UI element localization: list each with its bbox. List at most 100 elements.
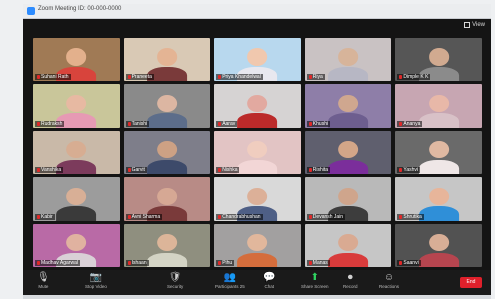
- participant-head: [156, 48, 177, 66]
- participant-head: [66, 187, 87, 205]
- muted-mic-icon: [127, 168, 131, 173]
- participant-tile[interactable]: Shrutika: [395, 177, 482, 221]
- participant-video: [237, 234, 278, 267]
- participant-tile[interactable]: Chandrabhushan: [214, 177, 301, 221]
- microphone-icon: 🎙: [37, 272, 50, 283]
- participant-tile[interactable]: Pihu: [214, 223, 301, 267]
- participant-name: Nishka: [222, 167, 238, 174]
- participant-tile[interactable]: Dimple K K: [395, 38, 482, 82]
- participant-head: [428, 141, 449, 159]
- participant-video: [418, 187, 459, 221]
- participant-tile[interactable]: Saanvi: [395, 223, 482, 267]
- participant-name: Vanshika: [41, 167, 62, 174]
- muted-mic-icon: [399, 121, 403, 126]
- participant-tile[interactable]: Devansh Jain: [304, 177, 392, 221]
- chat-icon: 💬: [263, 272, 276, 283]
- record-button[interactable]: ⏺ Record: [343, 272, 358, 290]
- participant-tile[interactable]: Praneeta: [123, 38, 211, 82]
- participant-head: [428, 94, 449, 112]
- participant-body: [328, 252, 369, 267]
- stop-video-button[interactable]: 📷 Stop Video: [85, 272, 107, 290]
- participant-tile[interactable]: Suhani Rath: [33, 38, 120, 82]
- participant-head: [247, 94, 268, 112]
- participant-name: Madhav Agarwal: [41, 260, 78, 266]
- zoom-window: Zoom Meeting ID: 00-000-0000 View Suhani…: [23, 4, 491, 295]
- stop-video-button-label: Stop Video: [85, 284, 107, 289]
- participant-name-label: Priya Khandelwal: [216, 74, 263, 81]
- participant-tile[interactable]: Priya Khandelwal: [214, 38, 301, 82]
- muted-mic-icon: [399, 75, 403, 80]
- participant-tile[interactable]: Kabir: [33, 177, 120, 221]
- participant-name-label: Avni Sharma: [125, 213, 163, 220]
- participant-tile[interactable]: Khushi: [304, 84, 392, 128]
- participant-head: [338, 48, 359, 66]
- participant-video: [56, 187, 97, 221]
- participant-video: [146, 234, 187, 267]
- participant-video: [418, 141, 459, 175]
- participant-name-label: Aarav: [216, 120, 238, 127]
- participant-tile[interactable]: Aarav: [214, 84, 301, 128]
- participant-body: [146, 252, 187, 267]
- participant-body: [418, 206, 459, 221]
- muted-mic-icon: [308, 121, 312, 126]
- participants-button[interactable]: 👥 Participants 25: [215, 272, 245, 290]
- muted-mic-icon: [308, 75, 312, 80]
- os-taskbar: [23, 295, 491, 299]
- participant-tile[interactable]: Garvit: [123, 130, 211, 175]
- share-screen-button[interactable]: ⬆ Share Screen: [301, 272, 329, 290]
- participant-name: Ananya: [403, 120, 421, 127]
- participant-tile[interactable]: Nishka: [214, 130, 301, 175]
- participant-name: Yashvi: [403, 167, 419, 174]
- reactions-button[interactable]: ☺ Reactions: [379, 272, 399, 290]
- chat-button[interactable]: 💬 Chat: [263, 272, 275, 290]
- participant-video: [237, 141, 278, 175]
- participant-name: Tanishi: [131, 120, 148, 127]
- participant-head: [247, 141, 268, 159]
- participant-name-label: Manas: [306, 260, 330, 266]
- participant-head: [338, 141, 359, 159]
- participant-name-label: Riya: [306, 74, 325, 81]
- participant-tile[interactable]: Ishaan: [123, 223, 211, 267]
- zoom-logo-icon: [27, 7, 35, 15]
- participant-tile[interactable]: Vanshika: [33, 130, 120, 175]
- participant-video: [146, 94, 187, 128]
- shield-icon: 🛡: [168, 272, 182, 283]
- participant-video: [328, 141, 369, 175]
- view-button[interactable]: View: [464, 22, 485, 28]
- participant-head: [338, 94, 359, 112]
- participant-tile[interactable]: Ananya: [395, 84, 482, 128]
- muted-mic-icon: [127, 75, 131, 80]
- muted-mic-icon: [127, 121, 131, 126]
- participant-head: [428, 187, 449, 205]
- participant-tile[interactable]: Madhav Agarwal: [33, 223, 120, 267]
- security-button[interactable]: 🛡 Security: [167, 272, 183, 290]
- participant-name: Rudraksh: [41, 120, 63, 127]
- participant-tile[interactable]: Avni Sharma: [123, 177, 211, 221]
- participant-name: Suhani Rath: [41, 74, 69, 81]
- muted-mic-icon: [218, 261, 222, 265]
- participant-name-label: Yashvi: [397, 167, 421, 174]
- muted-mic-icon: [37, 261, 40, 265]
- participant-tile[interactable]: Rishita: [304, 130, 392, 175]
- mute-button[interactable]: 🎙 Mute: [37, 272, 50, 290]
- participant-name: Saanvi: [403, 260, 419, 266]
- participant-name-label: Chandrabhushan: [216, 213, 263, 220]
- record-icon: ⏺: [347, 272, 353, 283]
- participant-video: [328, 234, 369, 267]
- window-title: Zoom Meeting ID: 00-000-0000: [38, 6, 122, 12]
- participant-tile[interactable]: Riya: [304, 38, 392, 82]
- participant-tile[interactable]: Rudraksh: [33, 84, 120, 128]
- participant-tile[interactable]: Manas: [304, 223, 392, 267]
- muted-mic-icon: [37, 121, 40, 126]
- participant-body: [418, 252, 459, 267]
- participant-video: [328, 48, 369, 82]
- reactions-button-label: Reactions: [379, 284, 400, 289]
- participant-name-label: Devansh Jain: [306, 213, 346, 220]
- participant-tile[interactable]: Tanishi: [123, 84, 211, 128]
- participant-name: Shrutika: [403, 213, 422, 220]
- participant-tile[interactable]: Yashvi: [395, 130, 482, 175]
- end-meeting-button[interactable]: End: [460, 277, 482, 288]
- participant-name: Pihu: [222, 260, 233, 266]
- muted-mic-icon: [399, 261, 403, 265]
- participant-name: Devansh Jain: [312, 213, 344, 220]
